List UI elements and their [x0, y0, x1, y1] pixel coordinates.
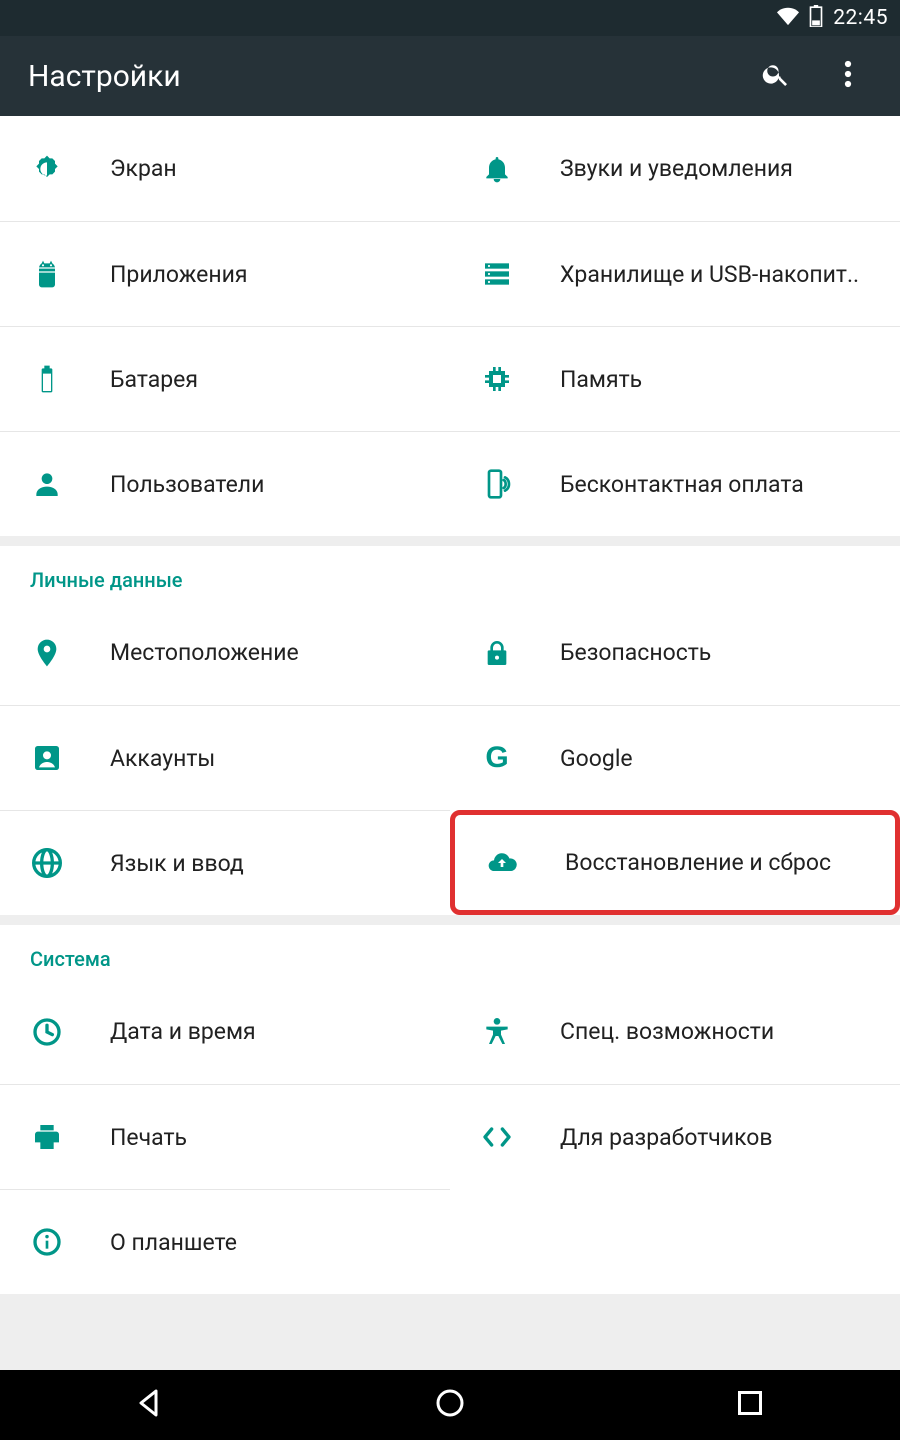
item-label: Google — [560, 745, 633, 772]
item-sound[interactable]: Звуки и уведомления — [450, 116, 900, 221]
item-storage[interactable]: Хранилище и USB-накопит.. — [450, 221, 900, 326]
brightness-icon — [30, 152, 64, 186]
item-users[interactable]: Пользователи — [0, 431, 450, 536]
item-label: Аккаунты — [110, 745, 215, 772]
item-accounts[interactable]: Аккаунты — [0, 705, 450, 810]
item-developer[interactable]: Для разработчиков — [450, 1084, 900, 1189]
item-label: Восстановление и сброс — [565, 849, 831, 876]
nav-back-button[interactable] — [100, 1380, 200, 1430]
item-label: Печать — [110, 1124, 187, 1151]
globe-icon — [30, 846, 64, 880]
info-icon — [30, 1225, 64, 1259]
battery-icon — [809, 5, 823, 31]
item-tap-pay[interactable]: Бесконтактная оплата — [450, 431, 900, 536]
item-apps[interactable]: Приложения — [0, 221, 450, 326]
item-label: Память — [560, 366, 642, 393]
item-memory[interactable]: Память — [450, 326, 900, 431]
print-icon — [30, 1120, 64, 1154]
nav-home-button[interactable] — [400, 1380, 500, 1430]
item-label: Безопасность — [560, 639, 711, 666]
memory-icon — [480, 362, 514, 396]
item-backup-reset[interactable]: Восстановление и сброс — [450, 810, 900, 915]
item-label: Бесконтактная оплата — [560, 471, 804, 498]
item-datetime[interactable]: Дата и время — [0, 979, 450, 1084]
item-label: Язык и ввод — [110, 850, 244, 877]
section-personal: Личные данные Местоположение Безопасност… — [0, 546, 900, 915]
item-label: Для разработчиков — [560, 1124, 773, 1151]
section-header-personal: Личные данные — [0, 546, 900, 600]
home-icon — [432, 1385, 468, 1425]
item-label: Спец. возможности — [560, 1018, 774, 1045]
item-label: Хранилище и USB-накопит.. — [560, 261, 859, 288]
location-icon — [30, 636, 64, 670]
overflow-button[interactable] — [824, 52, 872, 100]
section-system: Система Дата и время Спец. возможности П… — [0, 925, 900, 1294]
item-google[interactable]: G Google — [450, 705, 900, 810]
back-icon — [132, 1385, 168, 1425]
account-box-icon — [30, 741, 64, 775]
item-print[interactable]: Печать — [0, 1084, 450, 1189]
item-security[interactable]: Безопасность — [450, 600, 900, 705]
item-label: Батарея — [110, 366, 198, 393]
cloud-upload-icon — [485, 846, 519, 880]
item-label: Звуки и уведомления — [560, 155, 793, 182]
item-accessibility[interactable]: Спец. возможности — [450, 979, 900, 1084]
app-bar: Настройки — [0, 36, 900, 116]
item-label: Пользователи — [110, 471, 264, 498]
item-display[interactable]: Экран — [0, 116, 450, 221]
search-button[interactable] — [752, 52, 800, 100]
recent-icon — [732, 1385, 768, 1425]
section-device: Экран Звуки и уведомления Приложения Хра… — [0, 116, 900, 536]
lock-icon — [480, 636, 514, 670]
wifi-icon — [777, 5, 799, 31]
item-label: Дата и время — [110, 1018, 256, 1045]
item-label: Местоположение — [110, 639, 299, 666]
developer-icon — [480, 1120, 514, 1154]
storage-icon — [480, 257, 514, 291]
item-label: Приложения — [110, 261, 248, 288]
navigation-bar — [0, 1370, 900, 1440]
android-icon — [30, 257, 64, 291]
item-label: Экран — [110, 155, 177, 182]
status-bar: 22:45 — [0, 0, 900, 36]
item-about[interactable]: О планшете — [0, 1189, 450, 1294]
clock-icon — [30, 1015, 64, 1049]
more-vert-icon — [844, 59, 852, 93]
status-time: 22:45 — [833, 6, 888, 30]
bell-icon — [480, 152, 514, 186]
section-header-system: Система — [0, 925, 900, 979]
page-title: Настройки — [28, 59, 728, 94]
item-battery[interactable]: Батарея — [0, 326, 450, 431]
battery-icon — [30, 362, 64, 396]
google-icon: G — [480, 741, 514, 775]
nav-recent-button[interactable] — [700, 1380, 800, 1430]
settings-content: Экран Звуки и уведомления Приложения Хра… — [0, 116, 900, 1370]
item-language[interactable]: Язык и ввод — [0, 810, 450, 915]
item-location[interactable]: Местоположение — [0, 600, 450, 705]
search-icon — [761, 59, 791, 93]
person-icon — [30, 467, 64, 501]
accessibility-icon — [480, 1015, 514, 1049]
tap-and-play-icon — [480, 467, 514, 501]
item-label: О планшете — [110, 1229, 237, 1256]
